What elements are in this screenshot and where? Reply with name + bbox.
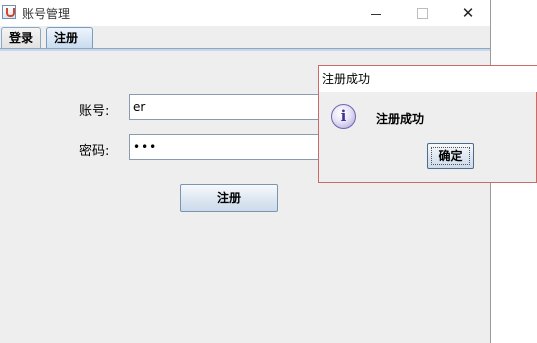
close-button[interactable]: ✕ (445, 0, 491, 26)
success-dialog: 注册成功 i 注册成功 确定 (318, 65, 537, 183)
minimize-icon (371, 13, 381, 15)
maximize-button[interactable] (399, 0, 445, 26)
ok-button[interactable]: 确定 (427, 143, 474, 169)
password-input[interactable]: ••• (129, 134, 329, 160)
tab-login[interactable]: 登录 (1, 27, 41, 48)
dialog-message: 注册成功 (376, 112, 425, 126)
tab-register[interactable]: 注册 (46, 27, 93, 48)
window-title: 账号管理 (22, 7, 71, 21)
password-label: 密码: (79, 144, 110, 159)
minimize-button[interactable] (353, 0, 399, 26)
account-input[interactable]: er (129, 94, 329, 120)
java-app-icon (2, 5, 16, 19)
close-icon: ✕ (461, 3, 475, 22)
tab-bar: 登录 注册 (0, 27, 490, 49)
info-icon: i (331, 104, 356, 129)
account-label: 账号: (79, 104, 110, 119)
title-bar[interactable]: 账号管理 ✕ (0, 0, 490, 26)
maximize-icon (416, 7, 428, 19)
register-button[interactable]: 注册 (180, 184, 278, 212)
dialog-title[interactable]: 注册成功 (319, 66, 537, 92)
